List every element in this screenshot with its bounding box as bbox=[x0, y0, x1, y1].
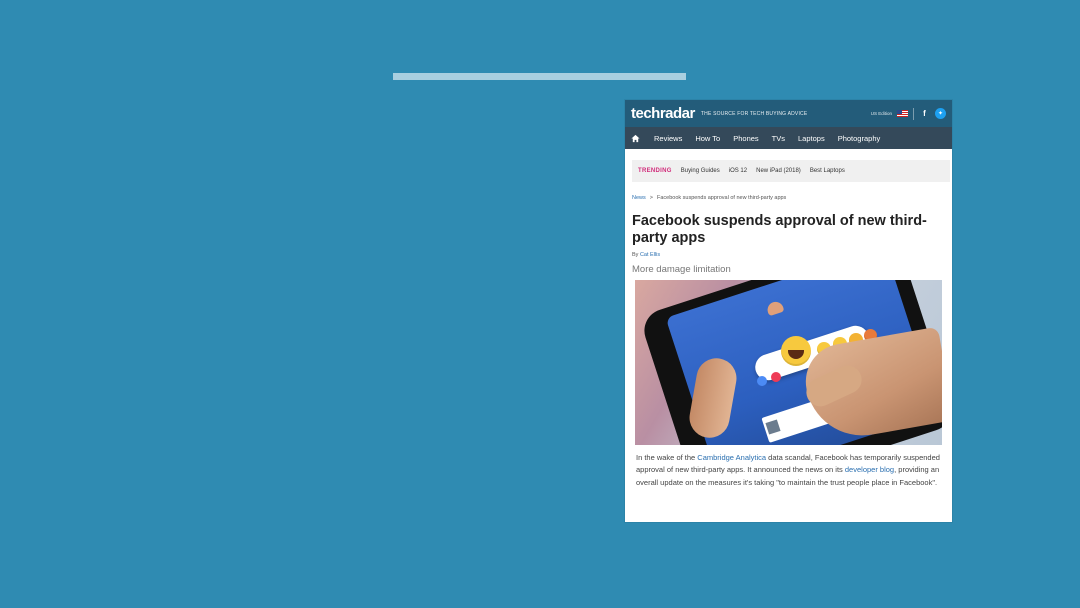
article-byline: By Cat Ellis bbox=[632, 252, 952, 258]
trending-item-best-laptops[interactable]: Best Laptops bbox=[810, 168, 845, 174]
developer-blog-link[interactable]: developer blog bbox=[845, 465, 894, 474]
nav-item-laptops[interactable]: Laptops bbox=[798, 134, 825, 143]
article-title: Facebook suspends approval of new third-… bbox=[632, 213, 927, 246]
us-flag-icon[interactable] bbox=[897, 110, 908, 117]
header-right: US Edition f ✦ bbox=[871, 107, 946, 120]
nav-item-how-to[interactable]: How To bbox=[695, 134, 720, 143]
facebook-icon[interactable]: f bbox=[919, 108, 930, 119]
author-link[interactable]: Cat Ellis bbox=[640, 252, 660, 258]
nav-item-reviews[interactable]: Reviews bbox=[654, 134, 682, 143]
nav-item-phones[interactable]: Phones bbox=[733, 134, 758, 143]
article-body: In the wake of the Cambridge Analytica d… bbox=[636, 452, 942, 489]
breadcrumb-separator: > bbox=[649, 195, 653, 201]
breadcrumb-current: Facebook suspends approval of new third-… bbox=[656, 195, 787, 201]
header-divider bbox=[913, 107, 914, 120]
trending-label: TRENDING bbox=[638, 168, 672, 174]
byline-prefix: By bbox=[632, 252, 640, 258]
trending-item-ios-12[interactable]: iOS 12 bbox=[729, 168, 747, 174]
article-subtitle: More damage limitation bbox=[632, 264, 731, 275]
site-header: techradar THE SOURCE FOR TECH BUYING ADV… bbox=[625, 100, 952, 127]
cambridge-analytica-link[interactable]: Cambridge Analytica bbox=[697, 453, 766, 462]
decorative-accent-line bbox=[393, 73, 686, 80]
main-nav: Reviews How To Phones TVs Laptops Photog… bbox=[625, 127, 952, 149]
edition-label[interactable]: US Edition bbox=[871, 111, 892, 116]
home-icon[interactable] bbox=[631, 133, 641, 143]
nav-item-photography[interactable]: Photography bbox=[838, 134, 881, 143]
haha-emoji-icon bbox=[781, 336, 811, 366]
site-tagline: THE SOURCE FOR TECH BUYING ADVICE bbox=[700, 110, 808, 117]
hero-image bbox=[635, 280, 942, 445]
love-emoji-icon bbox=[771, 372, 781, 382]
like-emoji-icon bbox=[757, 376, 767, 386]
twitter-icon[interactable]: ✦ bbox=[935, 108, 946, 119]
site-logo[interactable]: techradar bbox=[631, 105, 695, 122]
breadcrumb-news-link[interactable]: News bbox=[632, 195, 646, 201]
article-screenshot: techradar THE SOURCE FOR TECH BUYING ADV… bbox=[625, 100, 952, 522]
breadcrumb: News > Facebook suspends approval of new… bbox=[632, 195, 952, 201]
nav-item-tvs[interactable]: TVs bbox=[772, 134, 785, 143]
trending-item-buying-guides[interactable]: Buying Guides bbox=[681, 168, 720, 174]
trending-bar: TRENDING Buying Guides iOS 12 New iPad (… bbox=[632, 160, 950, 182]
body-text-1: In the wake of the bbox=[636, 453, 698, 462]
trending-item-new-ipad[interactable]: New iPad (2018) bbox=[756, 168, 801, 174]
